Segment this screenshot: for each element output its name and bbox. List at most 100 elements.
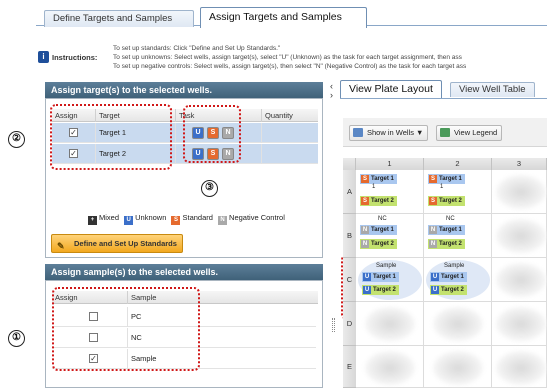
legend-mixed: Mixed bbox=[99, 213, 120, 222]
empty-well-shadow bbox=[365, 307, 415, 341]
plate-grid: 1 2 3 A B C D E S Target 1 1 S Target 2 ST… bbox=[343, 158, 547, 388]
standard-icon: S bbox=[171, 216, 181, 225]
row-header-b[interactable]: B bbox=[343, 214, 356, 258]
view-legend-button[interactable]: View Legend bbox=[436, 125, 503, 141]
row-header-c[interactable]: C bbox=[343, 258, 356, 302]
negative-control-icon: N bbox=[361, 226, 369, 234]
legend-negative: Negative Control bbox=[229, 213, 285, 222]
right-tab-divider bbox=[340, 98, 547, 99]
well-d3[interactable] bbox=[492, 302, 547, 346]
well-target-chip: N Target 2 bbox=[360, 239, 397, 249]
define-standards-button[interactable]: ✎ Define and Set Up Standards bbox=[51, 234, 183, 253]
empty-well-shadow bbox=[433, 351, 483, 385]
chip-label: Target 2 bbox=[371, 198, 394, 204]
info-book-icon: i bbox=[38, 51, 49, 63]
empty-well-shadow bbox=[496, 219, 546, 253]
negative-control-icon: N bbox=[218, 216, 228, 225]
unknown-icon: U bbox=[431, 273, 439, 281]
well-extra-label: 1 bbox=[372, 184, 376, 190]
quantity-cell[interactable] bbox=[262, 123, 318, 143]
empty-well-shadow bbox=[433, 307, 483, 341]
well-e1[interactable] bbox=[356, 346, 424, 388]
well-target-chip: N Target 1 bbox=[360, 225, 397, 235]
chip-label: Target 2 bbox=[441, 287, 464, 293]
legend-unknown: Unknown bbox=[135, 213, 167, 222]
well-target-chip: U Target 2 bbox=[362, 285, 399, 295]
unknown-icon: U bbox=[363, 273, 371, 281]
mixed-icon: + bbox=[88, 216, 97, 225]
splitter-handle[interactable] bbox=[332, 318, 335, 332]
well-target-chip: S Target 1 bbox=[360, 174, 397, 184]
empty-well-shadow bbox=[365, 351, 415, 385]
row-header-e[interactable]: E bbox=[343, 346, 356, 388]
tab-define-targets[interactable]: Define Targets and Samples bbox=[44, 10, 194, 27]
standard-icon: S bbox=[361, 175, 369, 183]
well-c3[interactable] bbox=[492, 258, 547, 302]
empty-well-shadow bbox=[496, 307, 546, 341]
well-a3[interactable] bbox=[492, 170, 547, 214]
tab-view-plate-layout[interactable]: View Plate Layout bbox=[340, 80, 442, 98]
well-sample-label: Sample bbox=[444, 263, 465, 269]
well-b3[interactable] bbox=[492, 214, 547, 258]
chip-label: Target 1 bbox=[439, 176, 462, 182]
well-extra-label: 1 bbox=[440, 184, 444, 190]
well-b1[interactable]: NC N Target 1 N Target 2 bbox=[356, 214, 424, 258]
col-header-3[interactable]: 3 bbox=[492, 158, 547, 170]
well-d1[interactable] bbox=[356, 302, 424, 346]
assign-targets-header: Assign target(s) to the selected wells. bbox=[45, 82, 323, 98]
well-target-chip: U Target 2 bbox=[430, 285, 467, 295]
well-d2[interactable] bbox=[424, 302, 492, 346]
well-a1[interactable]: S Target 1 1 S Target 2 bbox=[356, 170, 424, 214]
marker-one: ① bbox=[8, 330, 25, 347]
well-a2[interactable]: S Target 1 1 S Target 2 bbox=[424, 170, 492, 214]
wand-icon: ✎ bbox=[57, 241, 65, 251]
well-e3[interactable] bbox=[492, 346, 547, 388]
well-target-chip: S Target 2 bbox=[360, 196, 397, 206]
unknown-icon: U bbox=[431, 286, 439, 294]
well-c2[interactable]: Sample U Target 1 U Target 2 bbox=[424, 258, 492, 302]
chip-label: Target 2 bbox=[439, 241, 462, 247]
chip-label: Target 2 bbox=[371, 241, 394, 247]
well-target-chip: N Target 2 bbox=[428, 239, 465, 249]
instructions-label: Instructions: bbox=[52, 53, 98, 62]
chip-label: Target 1 bbox=[439, 227, 462, 233]
well-c1[interactable]: Sample U Target 1 U Target 2 bbox=[356, 258, 424, 302]
chip-label: Target 2 bbox=[439, 198, 462, 204]
show-in-wells-button[interactable]: Show in Wells ▼ bbox=[349, 125, 429, 141]
row-header-a[interactable]: A bbox=[343, 170, 356, 214]
top-tab-bar: Define Targets and Samples Assign Target… bbox=[36, 4, 547, 28]
well-sample-label: NC bbox=[446, 216, 455, 222]
col-header-1[interactable]: 1 bbox=[356, 158, 424, 170]
well-e2[interactable] bbox=[424, 346, 492, 388]
tab-view-well-table[interactable]: View Well Table bbox=[450, 82, 535, 97]
col-quantity[interactable]: Quantity bbox=[262, 109, 318, 122]
negative-control-icon: N bbox=[429, 240, 437, 248]
view-legend-label: View Legend bbox=[454, 128, 498, 137]
unknown-icon: U bbox=[363, 286, 371, 294]
negative-control-icon: N bbox=[361, 240, 369, 248]
plate-toolbar: Show in Wells ▼ View Legend bbox=[343, 118, 547, 147]
standard-icon: S bbox=[429, 175, 437, 183]
well-b2[interactable]: NC N Target 1 N Target 2 bbox=[424, 214, 492, 258]
tab-assign-targets[interactable]: Assign Targets and Samples bbox=[200, 7, 367, 28]
highlight-task-buttons bbox=[183, 105, 241, 163]
standard-icon: S bbox=[429, 197, 437, 205]
well-sample-label: Sample bbox=[376, 263, 397, 269]
well-target-chip: N Target 1 bbox=[428, 225, 465, 235]
col-header-2[interactable]: 2 bbox=[424, 158, 492, 170]
row-header-d[interactable]: D bbox=[343, 302, 356, 346]
empty-well-shadow bbox=[496, 263, 546, 297]
highlight-target-assign bbox=[50, 104, 172, 170]
empty-well-shadow bbox=[496, 351, 546, 385]
instruction-line-unknowns: To set up unknowns: Select wells, assign… bbox=[113, 54, 462, 61]
wells-icon bbox=[353, 128, 363, 137]
well-target-chip: S Target 2 bbox=[428, 196, 465, 206]
quantity-cell[interactable] bbox=[262, 144, 318, 164]
legend-icon bbox=[440, 128, 450, 137]
well-target-chip: S Target 1 bbox=[428, 174, 465, 184]
unknown-icon: U bbox=[124, 216, 134, 225]
show-in-wells-label: Show in Wells ▼ bbox=[367, 128, 424, 137]
instruction-line-standards: To set up standards: Click "Define and S… bbox=[113, 45, 281, 52]
collapse-arrows-icon[interactable]: ‹ › bbox=[330, 82, 338, 102]
highlight-sample-assign bbox=[52, 287, 200, 371]
